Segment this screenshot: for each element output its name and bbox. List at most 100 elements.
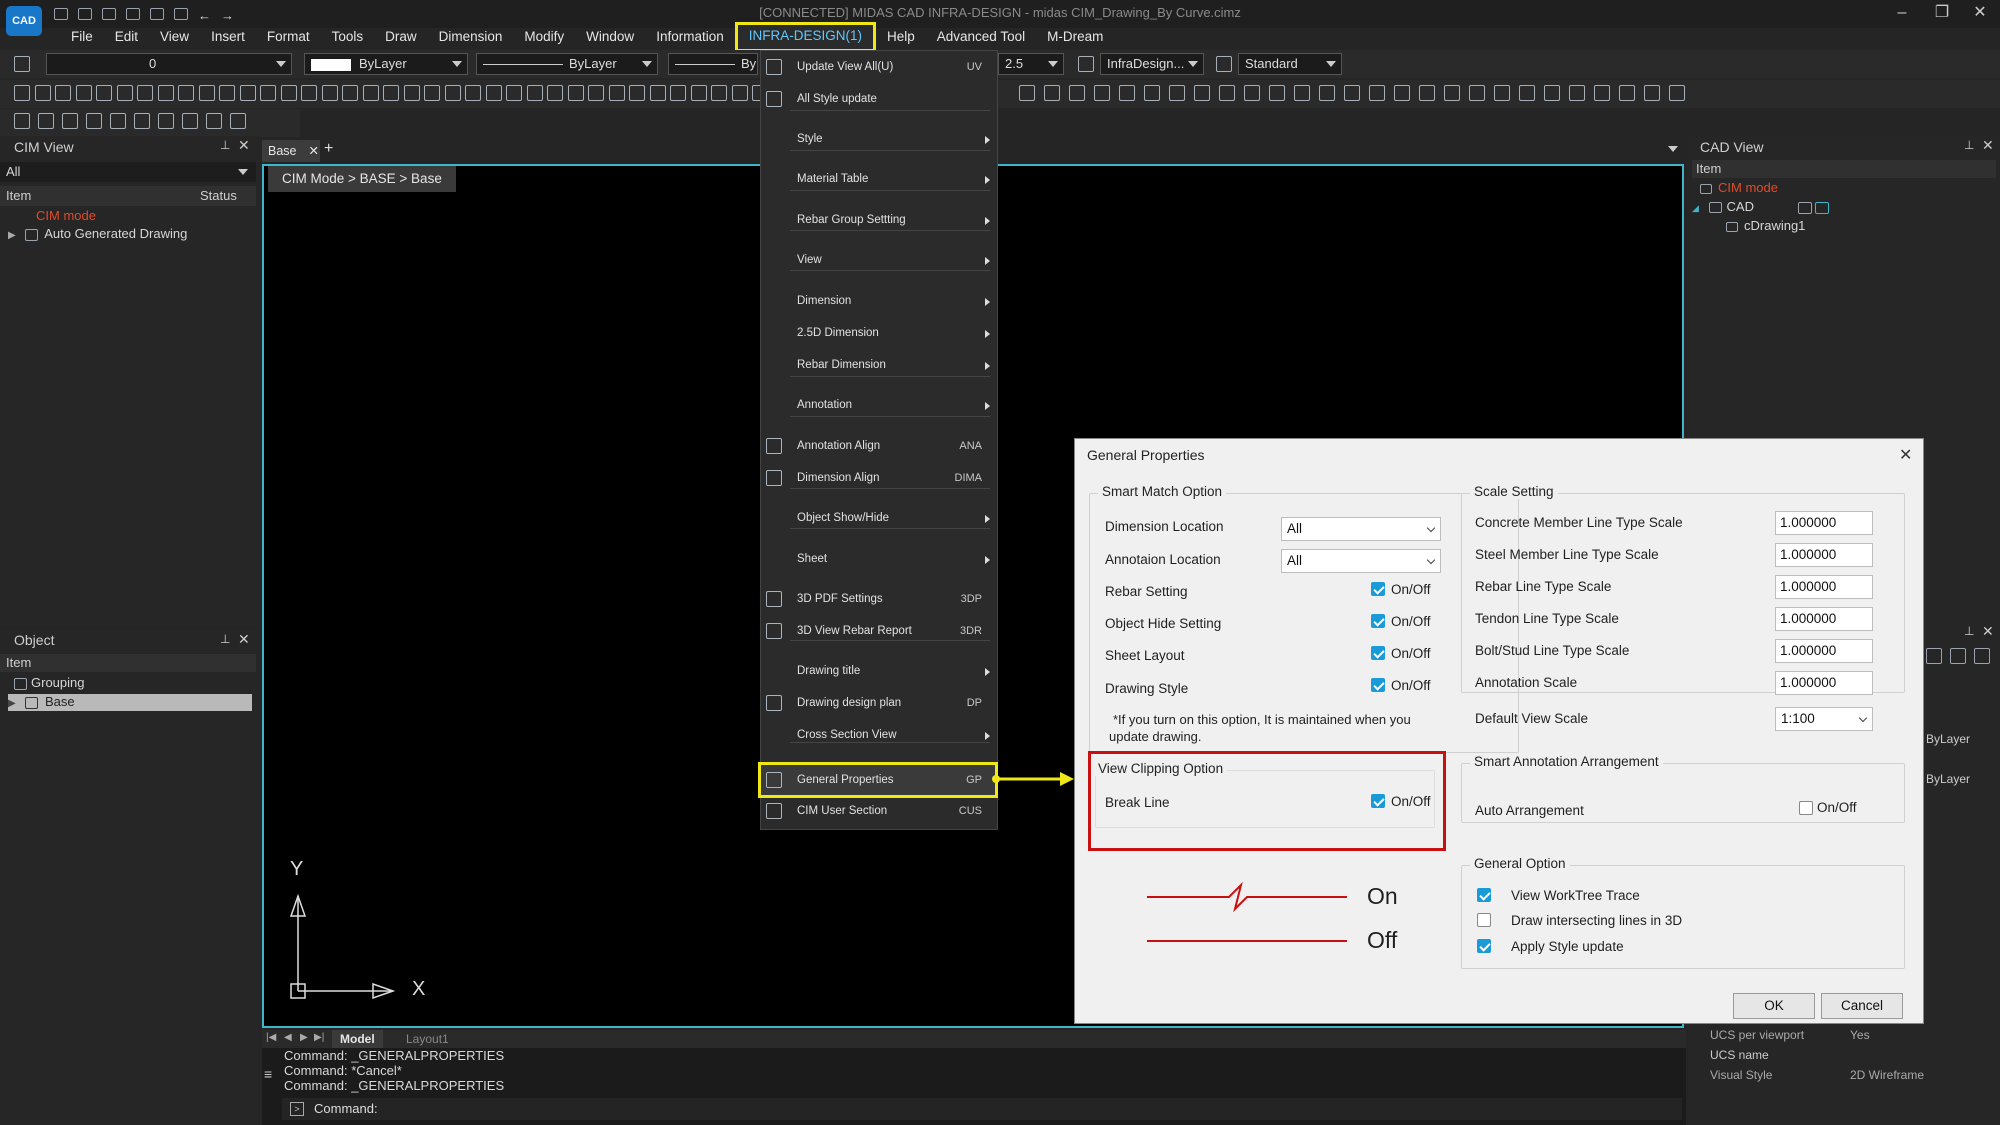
close-tab-icon[interactable]: ✕ [309, 144, 319, 158]
scale-value-input[interactable]: 1.000000 [1775, 575, 1873, 599]
object-hide-checkbox[interactable] [1371, 614, 1385, 628]
toolbar-tool-icon[interactable] [1494, 85, 1510, 101]
sheet-layout-checkbox[interactable] [1371, 646, 1385, 660]
toolbar-tool-icon[interactable] [1069, 85, 1085, 101]
toolbar-tool-icon[interactable] [1194, 85, 1210, 101]
annotation-location-select[interactable]: All [1281, 549, 1441, 573]
menu-m-dream[interactable]: M-Dream [1036, 26, 1114, 48]
toolbar-tool-icon[interactable] [362, 85, 379, 101]
close-panel-icon[interactable]: ✕ [1982, 623, 1994, 640]
toolbar-tool-icon[interactable] [1344, 85, 1360, 101]
tab-model[interactable]: Model [332, 1030, 383, 1048]
snap-tool-icon[interactable] [206, 113, 222, 129]
scale-value-input[interactable]: 1.000000 [1775, 671, 1873, 695]
menu-draw[interactable]: Draw [374, 26, 428, 48]
toolbar-tool-icon[interactable] [1144, 85, 1160, 101]
toolbar-tool-icon[interactable] [711, 85, 727, 101]
snap-tool-icon[interactable] [86, 113, 102, 129]
tab-layout1[interactable]: Layout1 [398, 1030, 457, 1048]
toolbar-tool-icon[interactable] [465, 85, 481, 101]
menu-modify[interactable]: Modify [513, 26, 575, 48]
toolbar-tool-icon[interactable] [137, 85, 153, 101]
menu-tools[interactable]: Tools [321, 26, 375, 48]
save-icon[interactable] [102, 8, 116, 20]
tab-base[interactable]: Base ✕ [262, 140, 320, 162]
auto-arrangement-checkbox[interactable] [1799, 801, 1813, 815]
menu-item-drawing-design-plan[interactable]: Drawing design plan DP [760, 688, 996, 718]
collapse-arrow-icon[interactable]: ◢ [1692, 203, 1699, 213]
close-button[interactable]: ✕ [1960, 2, 2000, 24]
command-input[interactable]: > Command: [282, 1098, 1682, 1120]
break-line-checkbox[interactable] [1371, 794, 1385, 808]
tree-item-cim-mode[interactable]: CIM mode [1700, 180, 1778, 195]
close-panel-icon[interactable]: ✕ [238, 631, 250, 648]
layer-combo[interactable]: 0 [46, 53, 292, 75]
toolbar-tool-icon[interactable] [1019, 85, 1035, 101]
tree-item-base[interactable]: ▶ Base [8, 694, 252, 711]
snap-tool-icon[interactable] [158, 113, 174, 129]
lineweight-combo[interactable]: By [668, 53, 758, 75]
toolbar-tool-icon[interactable] [547, 85, 563, 101]
cancel-button[interactable]: Cancel [1821, 993, 1903, 1019]
close-panel-icon[interactable]: ✕ [1982, 137, 1994, 154]
tab-list-icon[interactable] [1668, 146, 1678, 152]
toggle-pickadd-icon[interactable] [1974, 648, 1990, 664]
menu-format[interactable]: Format [256, 26, 321, 48]
next-layout-icon[interactable]: ▶ [300, 1032, 308, 1043]
color-combo[interactable]: ByLayer [304, 53, 468, 75]
menu-item-annotation-align[interactable]: Annotation Align ANA [760, 431, 996, 461]
toolbar-tool-icon[interactable] [260, 85, 276, 101]
expand-arrow-icon[interactable]: ▶ [8, 698, 16, 709]
minimize-button[interactable]: – [1882, 2, 1922, 24]
pin-icon[interactable]: ⊥ [220, 138, 230, 152]
scale-value-input[interactable]: 1.000000 [1775, 639, 1873, 663]
first-layout-icon[interactable]: |◀ [266, 1032, 276, 1043]
menu-dimension[interactable]: Dimension [428, 26, 514, 48]
menu-insert[interactable]: Insert [200, 26, 256, 48]
toolbar-tool-icon[interactable] [424, 85, 440, 101]
toolbar-tool-icon[interactable] [1519, 85, 1535, 101]
menu-item-sheet[interactable]: Sheet [760, 544, 996, 574]
menu-help[interactable]: Help [876, 26, 926, 48]
menu-item-cim-user-section[interactable]: CIM User Section CUS [760, 796, 996, 826]
toolbar-tool-icon[interactable] [1569, 85, 1585, 101]
save-as-icon[interactable] [126, 8, 140, 20]
toolbar-tool-icon[interactable] [280, 85, 297, 101]
menu-item-3d-view-rebar-report[interactable]: 3D View Rebar Report 3DR [760, 616, 996, 646]
toolbar-tool-icon[interactable] [608, 85, 625, 101]
view-worktree-checkbox[interactable] [1477, 888, 1491, 902]
menu-item-3d-pdf-settings[interactable]: 3D PDF Settings 3DP [760, 584, 996, 614]
menu-edit[interactable]: Edit [104, 26, 149, 48]
toolbar-tool-icon[interactable] [1619, 85, 1635, 101]
toolbar-tool-icon[interactable] [96, 85, 112, 101]
toolbar-tool-icon[interactable] [1444, 85, 1460, 101]
cim-filter-select[interactable]: All [0, 162, 256, 182]
menu-item-update-view-all[interactable]: Update View All(U) UV [760, 52, 996, 82]
toolbar-tool-icon[interactable] [1294, 85, 1310, 101]
dialog-close-button[interactable]: ✕ [1899, 445, 1912, 465]
menu-view[interactable]: View [149, 26, 200, 48]
toolbar-tool-icon[interactable] [301, 85, 317, 101]
expand-arrow-icon[interactable]: ▶ [8, 230, 16, 241]
toolbar-tool-icon[interactable] [34, 85, 51, 101]
toolbar-tool-icon[interactable] [1369, 85, 1385, 101]
snap-tool-icon[interactable] [14, 113, 30, 129]
snap-tool-icon[interactable] [110, 113, 126, 129]
redo-icon[interactable]: → [221, 8, 234, 23]
add-tab-button[interactable]: + [324, 140, 333, 158]
toolbar-tool-icon[interactable] [1669, 85, 1685, 101]
toolbar-tool-icon[interactable] [198, 85, 215, 101]
pin-icon[interactable]: ⊥ [1964, 138, 1974, 152]
toolbar-tool-icon[interactable] [75, 85, 92, 101]
toolbar-tool-icon[interactable] [157, 85, 174, 101]
tree-item-cim-mode[interactable]: CIM mode [36, 208, 96, 223]
toolbar-tool-icon[interactable] [444, 85, 461, 101]
rebar-setting-checkbox[interactable] [1371, 582, 1385, 596]
toolbar-tool-icon[interactable] [321, 85, 338, 101]
toolbar-tool-icon[interactable] [116, 85, 133, 101]
dimension-location-select[interactable]: All [1281, 517, 1441, 541]
menu-item-2-5d-dimension[interactable]: 2.5D Dimension [760, 318, 996, 348]
textstyle-combo[interactable]: Standard [1238, 53, 1342, 75]
toolbar-tool-icon[interactable] [1319, 85, 1335, 101]
toolbar-tool-icon[interactable] [588, 85, 604, 101]
